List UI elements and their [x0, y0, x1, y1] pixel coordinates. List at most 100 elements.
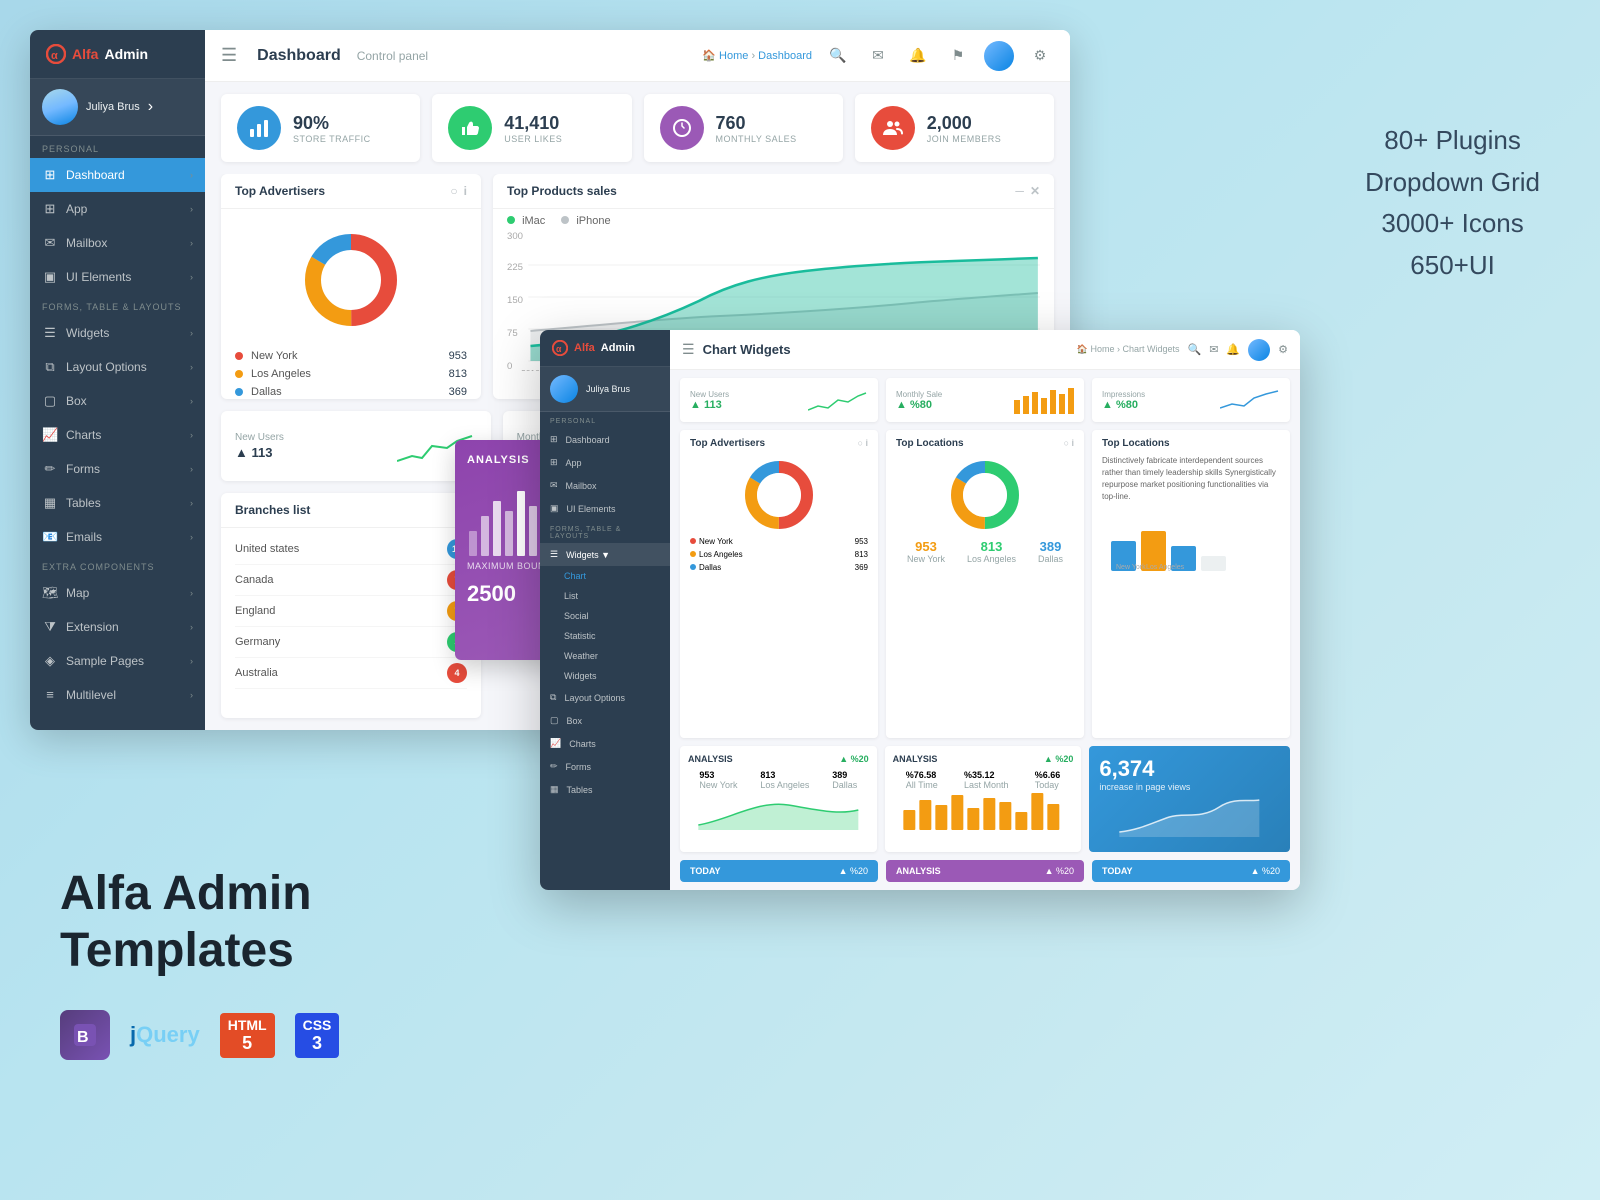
jquery-badge: jQuery	[130, 1022, 200, 1048]
section1-label: PERSONAL	[30, 136, 205, 158]
avatar[interactable]	[984, 41, 1014, 71]
second-sidebar-forms[interactable]: ✏ Forms	[540, 755, 670, 778]
second-sidebar-widgets[interactable]: ☰ Widgets ▼	[540, 543, 670, 566]
second-sidebar-statistic[interactable]: Statistic	[540, 626, 670, 646]
second-sidebar-dashboard[interactable]: ⊞ Dashboard	[540, 428, 670, 451]
second-hamburger[interactable]: ☰	[682, 341, 695, 358]
sales-header: Top Products sales ─ ✕	[493, 174, 1054, 209]
second-bell-icon[interactable]: 🔔	[1226, 343, 1240, 356]
second-sidebar-list[interactable]: List	[540, 586, 670, 606]
donut-chart	[221, 209, 481, 343]
second-sidebar-tables[interactable]: ▦ Tables	[540, 778, 670, 801]
promo-line4: 650+UI	[1365, 245, 1540, 287]
second-anal-title: ANALYSIS ▲ %20	[688, 754, 869, 764]
sidebar-item-extension[interactable]: ⧩ Extension ›	[30, 610, 205, 644]
sidebar-item-mailbox[interactable]: ✉ Mailbox ›	[30, 226, 205, 260]
second-box-icon: ▢	[550, 715, 559, 726]
mini-stat-users-value: ▲ 113	[235, 445, 284, 460]
sidebar-item-charts[interactable]: 📈 Charts ›	[30, 418, 205, 452]
branches-table: United states 14 Canada 7 England 7 Ge	[221, 528, 481, 695]
circle-icon[interactable]: ○	[450, 184, 457, 198]
second-anal-bar-value: ▲ %20	[1045, 866, 1074, 876]
hamburger-icon[interactable]: ☰	[221, 45, 237, 66]
second-sidebar-ui[interactable]: ▣ UI Elements	[540, 497, 670, 520]
second-today-bar: TODAY ▲ %20	[680, 860, 878, 882]
second-settings-icon[interactable]: ⚙	[1278, 343, 1288, 356]
sidebar-item-layout[interactable]: ⧉ Layout Options ›	[30, 350, 205, 384]
second-sidebar-widgets2[interactable]: Widgets	[540, 666, 670, 686]
second-avatar-top[interactable]	[1248, 339, 1270, 361]
second-mail-icon[interactable]: ✉	[1209, 343, 1218, 356]
flag-icon[interactable]: ⚑	[944, 42, 972, 70]
sidebar-item-tables[interactable]: ▦ Tables ›	[30, 486, 205, 520]
box-icon: ▢	[42, 393, 58, 409]
dallas-value: 369	[449, 386, 467, 398]
minimize-icon[interactable]: ─	[1015, 184, 1024, 198]
sidebar-item-label: Layout Options	[66, 360, 147, 374]
sidebar-item-label: UI Elements	[66, 270, 131, 284]
second-sidebar-app[interactable]: ⊞ App	[540, 451, 670, 474]
second-sidebar-layout[interactable]: ⧉ Layout Options	[540, 686, 670, 709]
sidebar-item-ui[interactable]: ▣ UI Elements ›	[30, 260, 205, 294]
second-analysis-bar: ANALYSIS ▲ %20	[886, 860, 1084, 882]
stat-icon-traffic	[237, 106, 281, 150]
stat-label-traffic: STORE TRAFFIC	[293, 134, 371, 144]
second-sidebar-social[interactable]: Social	[540, 606, 670, 626]
promo-line3: 3000+ Icons	[1365, 203, 1540, 245]
logo-suffix: Admin	[104, 46, 148, 62]
second-sidebar-charts[interactable]: 📈 Charts	[540, 732, 670, 755]
sidebar-item-emails[interactable]: 📧 Emails ›	[30, 520, 205, 554]
second-widgets-row: Top Advertisers ○ i	[680, 430, 1290, 738]
second-search-icon[interactable]: 🔍	[1188, 343, 1202, 356]
second-mini-users: New Users ▲ 113	[680, 378, 878, 422]
second-sidebar-weather[interactable]: Weather	[540, 646, 670, 666]
mail-icon[interactable]: ✉	[864, 42, 892, 70]
promo-line2: Dropdown Grid	[1365, 162, 1540, 204]
sidebar-item-app[interactable]: ⊞ App ›	[30, 192, 205, 226]
sidebar-item-multilevel[interactable]: ≡ Multilevel ›	[30, 678, 205, 711]
second-logo: α AlfaAdmin	[540, 330, 670, 367]
second-sidebar-box[interactable]: ▢ Box	[540, 709, 670, 732]
stat-store-traffic: 90% STORE TRAFFIC	[221, 94, 420, 162]
second-big-card: 6,374 increase in page views	[1089, 746, 1290, 852]
settings-icon[interactable]: ⚙	[1026, 42, 1054, 70]
la-value: 813	[449, 368, 467, 380]
svg-text:300: 300	[507, 231, 523, 241]
search-icon[interactable]: 🔍	[824, 42, 852, 70]
legend-losangeles: Los Angeles 813	[235, 365, 467, 383]
stat-value-likes: 41,410	[504, 113, 562, 134]
sidebar-item-box[interactable]: ▢ Box ›	[30, 384, 205, 418]
second-monthly-value: ▲ %80	[896, 399, 942, 411]
sidebar-item-map[interactable]: 🗺 Map ›	[30, 576, 205, 610]
sidebar-item-dashboard[interactable]: ⊞ Dashboard ›	[30, 158, 205, 192]
ui-icon: ▣	[42, 269, 58, 285]
second-sidebar-mailbox[interactable]: ✉ Mailbox	[540, 474, 670, 497]
app-icon: ⊞	[42, 201, 58, 217]
second-section2: FORMS, TABLE & LAYOUTS	[540, 520, 670, 543]
second-monthly-label: Monthly Sale	[896, 390, 942, 399]
close-icon[interactable]: ✕	[1030, 184, 1040, 198]
sidebar-item-forms[interactable]: ✏ Forms ›	[30, 452, 205, 486]
sidebar: α AlfaAdmin Juliya Brus › PERSONAL ⊞ Das…	[30, 30, 205, 730]
bell-icon[interactable]: 🔔	[904, 42, 932, 70]
stat-monthly-sales: 760 MONTHLY SALES	[644, 94, 843, 162]
sidebar-item-sample[interactable]: ◈ Sample Pages ›	[30, 644, 205, 678]
map-icon: 🗺	[42, 585, 58, 601]
newyork-label: New York	[251, 350, 441, 362]
second-sidebar-chart[interactable]: Chart	[540, 566, 670, 586]
sidebar-item-label: Mailbox	[66, 236, 107, 250]
second-big-value: 6,374	[1099, 756, 1280, 782]
stat-label-sales: MONTHLY SALES	[716, 134, 797, 144]
second-avatar	[550, 375, 578, 403]
sidebar-item-widgets[interactable]: ☰ Widgets ›	[30, 316, 205, 350]
second-adv-row: Los Angeles813	[690, 548, 868, 561]
newyork-value: 953	[449, 350, 467, 362]
forms-icon: ✏	[42, 461, 58, 477]
html5-badge: HTML 5	[220, 1013, 275, 1058]
legend-newyork: New York 953	[235, 347, 467, 365]
stats-row: 90% STORE TRAFFIC 41,410 USER LIKES 76	[205, 82, 1070, 174]
second-bar-chart: New York Los Angeles	[1102, 511, 1280, 576]
svg-text:New York: New York	[1116, 564, 1146, 571]
branch-row: Canada 7	[235, 565, 467, 596]
info-icon[interactable]: i	[464, 184, 467, 198]
